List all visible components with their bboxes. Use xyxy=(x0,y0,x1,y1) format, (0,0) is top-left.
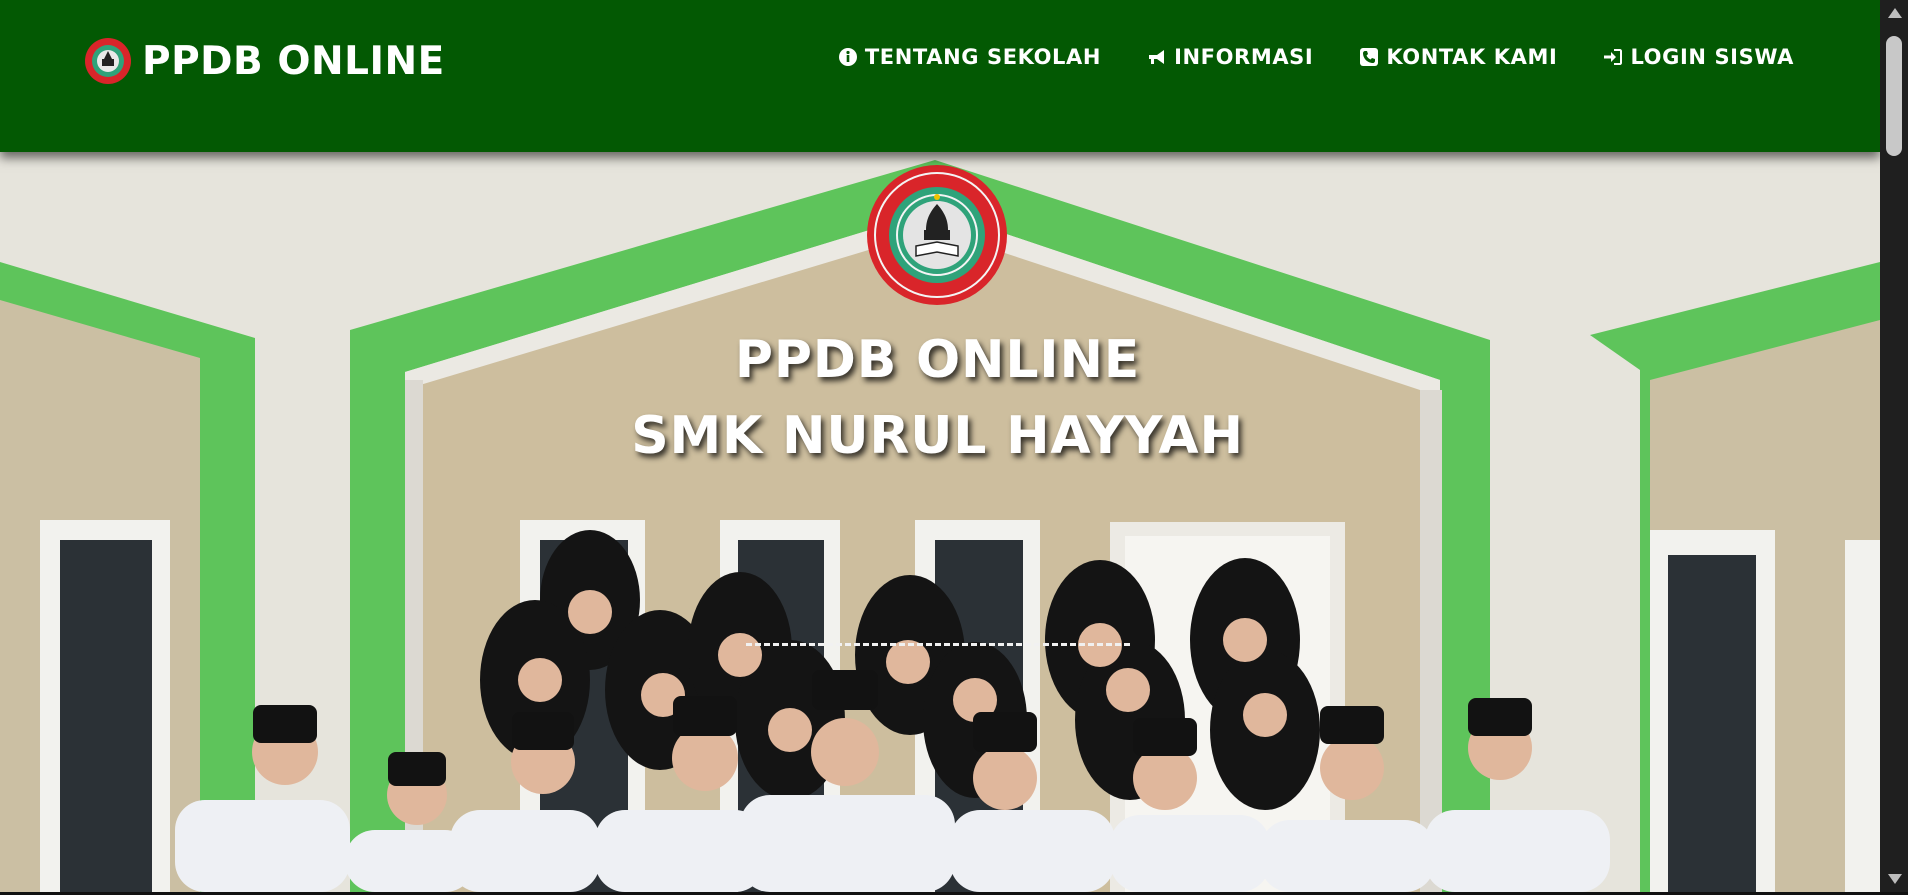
nav-label-tentang-sekolah: TENTANG SEKOLAH xyxy=(864,45,1102,69)
page-viewport: PPDB ONLINE TENTANG SEKOLAH INFORMASI KO… xyxy=(0,0,1880,892)
nav-item-tentang-sekolah[interactable]: TENTANG SEKOLAH xyxy=(838,45,1101,69)
scroll-down-arrow-icon[interactable] xyxy=(1888,874,1902,884)
sign-in-icon xyxy=(1604,49,1623,65)
nav-item-kontak-kami[interactable]: KONTAK KAMI xyxy=(1359,45,1557,69)
scrollbar-thumb[interactable] xyxy=(1886,36,1902,156)
nav-item-login-siswa[interactable]: LOGIN SISWA xyxy=(1603,45,1794,69)
nav-item-informasi[interactable]: INFORMASI xyxy=(1147,45,1313,69)
main-nav: TENTANG SEKOLAH INFORMASI KONTAK KAMI LO… xyxy=(792,45,1794,69)
nav-label-informasi: INFORMASI xyxy=(1174,45,1314,69)
scroll-up-arrow-icon[interactable] xyxy=(1888,8,1902,18)
brand-title: PPDB ONLINE xyxy=(142,38,445,84)
nav-label-kontak-kami: KONTAK KAMI xyxy=(1386,45,1558,69)
info-circle-icon xyxy=(838,48,857,66)
hero-title-line1: PPDB ONLINE xyxy=(734,330,1141,390)
nav-label-login-siswa: LOGIN SISWA xyxy=(1630,45,1794,69)
school-logo-icon xyxy=(85,38,131,84)
school-emblem-icon xyxy=(867,165,1007,305)
phone-icon xyxy=(1360,48,1379,66)
hero-title-line2: SMK NURUL HAYYAH xyxy=(631,406,1244,466)
bullhorn-icon xyxy=(1149,50,1165,64)
vertical-scrollbar[interactable] xyxy=(1880,0,1908,892)
top-navbar: PPDB ONLINE TENTANG SEKOLAH INFORMASI KO… xyxy=(0,0,1880,152)
hero-dotted-divider xyxy=(746,643,1130,647)
brand-link[interactable]: PPDB ONLINE xyxy=(84,30,445,92)
